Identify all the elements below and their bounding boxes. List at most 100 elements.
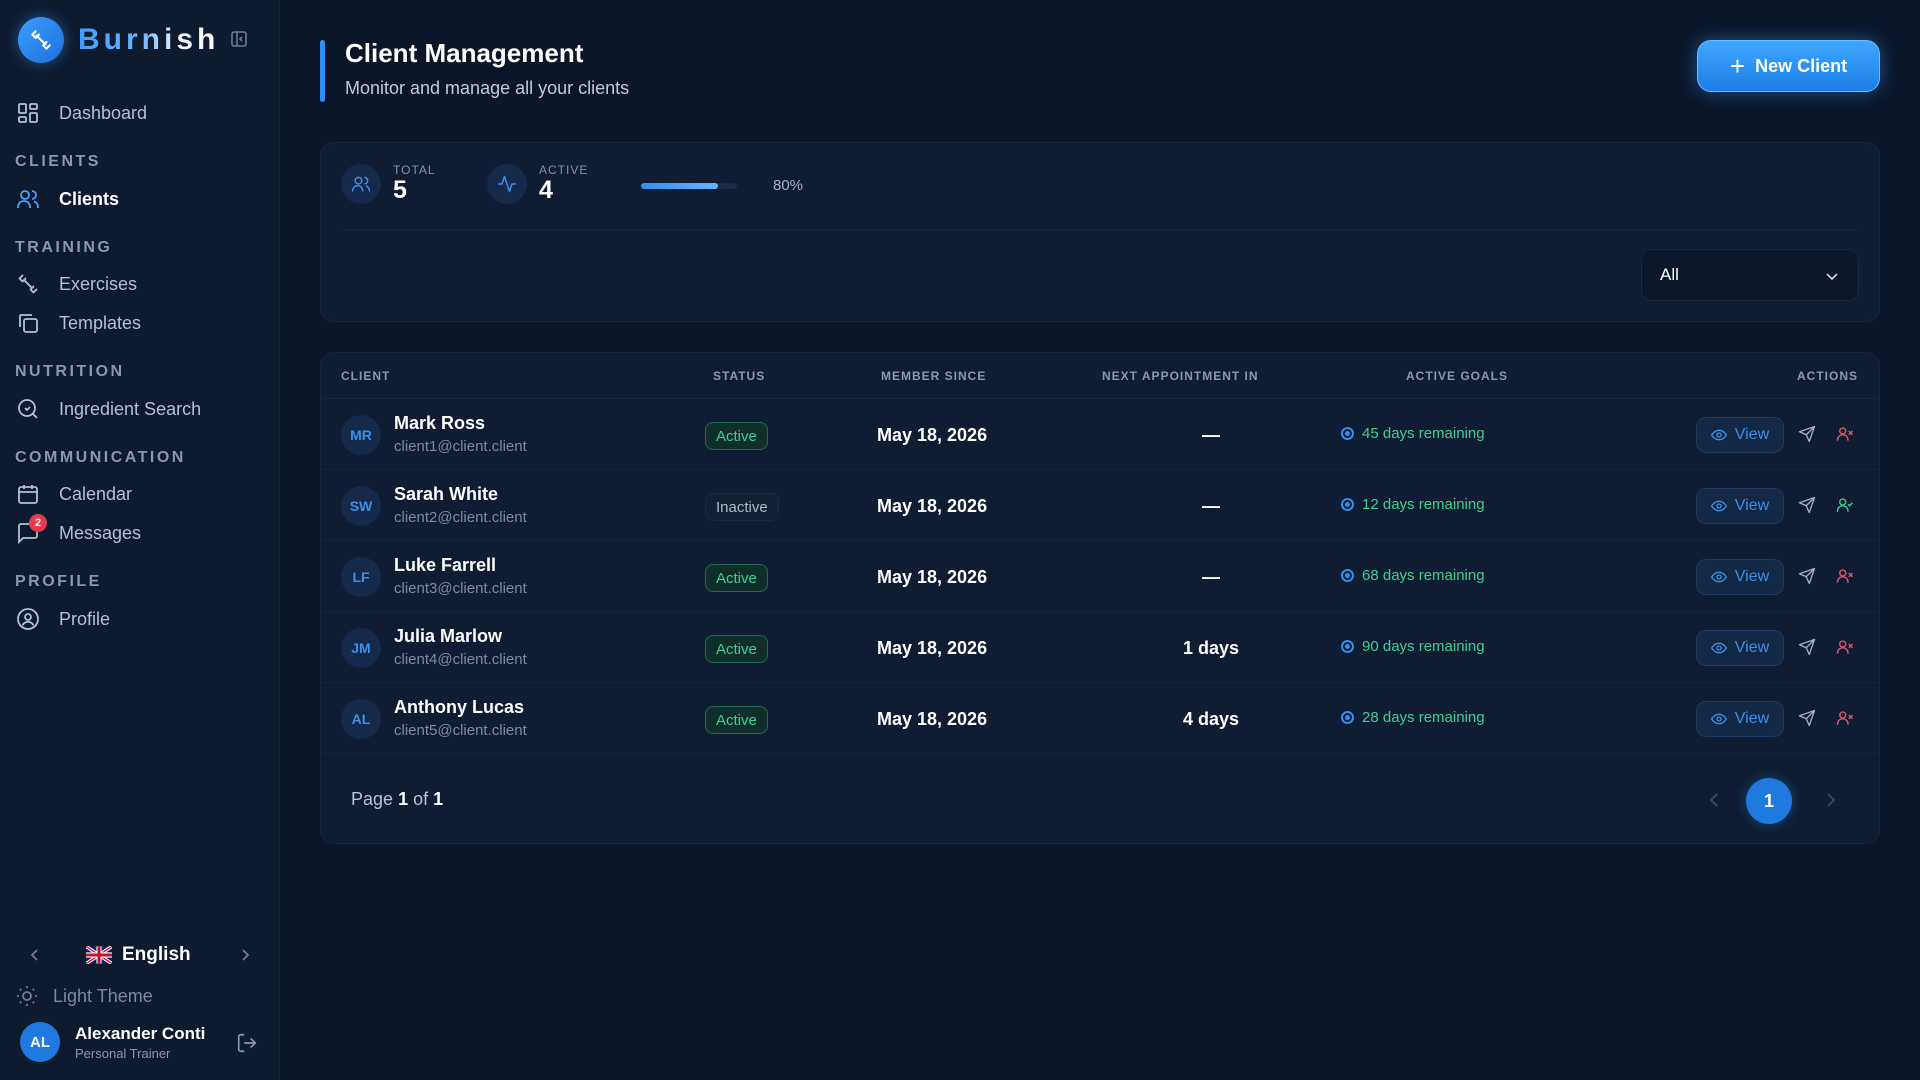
sidebar-item-label: Exercises xyxy=(59,273,138,294)
language-current[interactable]: English xyxy=(86,944,191,966)
deactivate-user-icon[interactable] xyxy=(1836,425,1854,443)
client-avatar: JM xyxy=(341,628,381,668)
member-since: May 18, 2026 xyxy=(877,496,988,516)
new-client-button[interactable]: + New Client xyxy=(1697,40,1880,92)
stat-total-value: 5 xyxy=(393,176,407,204)
page-subtitle: Monitor and manage all your clients xyxy=(345,78,630,98)
pagination-total: 1 xyxy=(433,789,444,809)
clients-table: CLIENT STATUS MEMBER SINCE NEXT APPOINTM… xyxy=(320,352,1880,844)
user-profile[interactable]: AL Alexander Conti Personal Trainer xyxy=(20,1022,205,1062)
view-button[interactable]: View xyxy=(1696,488,1784,524)
sidebar-item-label: Clients xyxy=(59,188,120,209)
next-page-icon[interactable] xyxy=(1821,791,1839,809)
sidebar-collapse-icon[interactable] xyxy=(230,30,248,48)
client-email: client2@client.client xyxy=(394,509,527,526)
view-label: View xyxy=(1734,710,1770,727)
view-label: View xyxy=(1734,639,1770,656)
view-button[interactable]: View xyxy=(1696,701,1784,737)
uk-flag-icon xyxy=(86,946,112,964)
sidebar-item-label: Calendar xyxy=(59,483,133,504)
active-progress-fill xyxy=(641,183,718,189)
brand-name: Burnish xyxy=(78,23,220,56)
chevron-down-icon xyxy=(1826,273,1838,281)
client-email: client3@client.client xyxy=(394,580,527,597)
next-appointment: — xyxy=(1202,567,1220,587)
client-name: Anthony Lucas xyxy=(394,697,525,717)
send-message-icon[interactable] xyxy=(1798,496,1816,514)
dumbbell-logo-icon xyxy=(18,17,64,63)
column-header-next-appointment: NEXT APPOINTMENT IN xyxy=(1102,369,1259,383)
sidebar-item-messages[interactable]: 2 Messages xyxy=(15,514,141,548)
next-appointment: 1 days xyxy=(1182,638,1240,658)
sidebar-item-ingredient-search[interactable]: Ingredient Search xyxy=(15,394,201,424)
target-icon xyxy=(1341,569,1354,582)
section-label-communication: COMMUNICATION xyxy=(15,449,186,466)
goal-remaining: 28 days remaining xyxy=(1362,709,1485,726)
view-button[interactable]: View xyxy=(1696,630,1784,666)
column-header-active-goals: ACTIVE GOALS xyxy=(1406,369,1509,383)
member-since: May 18, 2026 xyxy=(877,709,988,729)
member-since: May 18, 2026 xyxy=(877,638,988,658)
client-name: Sarah White xyxy=(394,484,499,504)
calendar-icon xyxy=(15,481,41,507)
client-name: Julia Marlow xyxy=(394,626,503,646)
theme-toggle[interactable]: Light Theme xyxy=(15,984,153,1008)
view-button[interactable]: View xyxy=(1696,417,1784,453)
brand[interactable]: Burnish xyxy=(18,17,220,63)
column-header-actions: ACTIONS xyxy=(1797,369,1858,383)
chevron-right-icon[interactable] xyxy=(238,948,252,962)
sidebar-item-label: Profile xyxy=(59,608,111,629)
chevron-left-icon[interactable] xyxy=(28,948,42,962)
send-message-icon[interactable] xyxy=(1798,567,1816,585)
send-message-icon[interactable] xyxy=(1798,638,1816,656)
sun-icon xyxy=(17,986,37,1006)
status-filter-select[interactable]: All xyxy=(1641,249,1859,301)
dumbbell-icon xyxy=(15,271,41,297)
goal-remaining: 90 days remaining xyxy=(1362,638,1485,655)
deactivate-user-icon[interactable] xyxy=(1836,638,1854,656)
section-label-profile: PROFILE xyxy=(15,573,102,590)
table-row: AL Anthony Lucas client5@client.client A… xyxy=(321,683,1879,754)
next-appointment: — xyxy=(1202,496,1220,516)
sidebar: Burnish Dashboard CLIENTS Clients TRAINI… xyxy=(0,0,280,1080)
previous-page-icon[interactable] xyxy=(1706,791,1724,809)
target-icon xyxy=(1341,711,1354,724)
view-label: View xyxy=(1734,497,1770,514)
sidebar-item-templates[interactable]: Templates xyxy=(15,308,141,338)
active-goals: 68 days remaining xyxy=(1341,567,1485,584)
sidebar-item-clients[interactable]: Clients xyxy=(15,184,119,214)
sidebar-item-exercises[interactable]: Exercises xyxy=(15,269,137,299)
section-label-training: TRAINING xyxy=(15,239,113,256)
deactivate-user-icon[interactable] xyxy=(1836,709,1854,727)
eye-icon xyxy=(1710,500,1727,512)
language-switcher: English xyxy=(0,940,280,972)
view-button[interactable]: View xyxy=(1696,559,1784,595)
activate-user-icon[interactable] xyxy=(1836,496,1854,514)
dashboard-grid-icon xyxy=(15,100,41,126)
new-client-label: New Client xyxy=(1755,55,1848,76)
logout-icon[interactable] xyxy=(236,1032,258,1054)
section-label-clients: CLIENTS xyxy=(15,153,101,170)
column-header-client: CLIENT xyxy=(341,369,391,383)
view-label: View xyxy=(1734,426,1770,443)
client-avatar: AL xyxy=(341,699,381,739)
pagination-prefix: Page xyxy=(351,789,394,809)
copy-template-icon xyxy=(15,310,41,336)
user-circle-icon xyxy=(15,606,41,632)
active-goals: 45 days remaining xyxy=(1341,425,1485,442)
users-icon xyxy=(15,186,41,212)
status-badge: Active xyxy=(705,564,768,592)
sidebar-item-label: Dashboard xyxy=(59,102,148,123)
deactivate-user-icon[interactable] xyxy=(1836,567,1854,585)
pagination-info: Page 1 of 1 xyxy=(351,789,443,810)
active-percent: 80% xyxy=(773,177,804,194)
status-badge: Active xyxy=(705,422,768,450)
sidebar-item-calendar[interactable]: Calendar xyxy=(15,479,132,509)
sidebar-item-dashboard[interactable]: Dashboard xyxy=(15,98,147,128)
send-message-icon[interactable] xyxy=(1798,425,1816,443)
avatar: AL xyxy=(20,1022,60,1062)
table-row: LF Luke Farrell client3@client.client Ac… xyxy=(321,541,1879,612)
send-message-icon[interactable] xyxy=(1798,709,1816,727)
page-button-1[interactable]: 1 xyxy=(1746,778,1792,824)
sidebar-item-profile[interactable]: Profile xyxy=(15,604,110,634)
